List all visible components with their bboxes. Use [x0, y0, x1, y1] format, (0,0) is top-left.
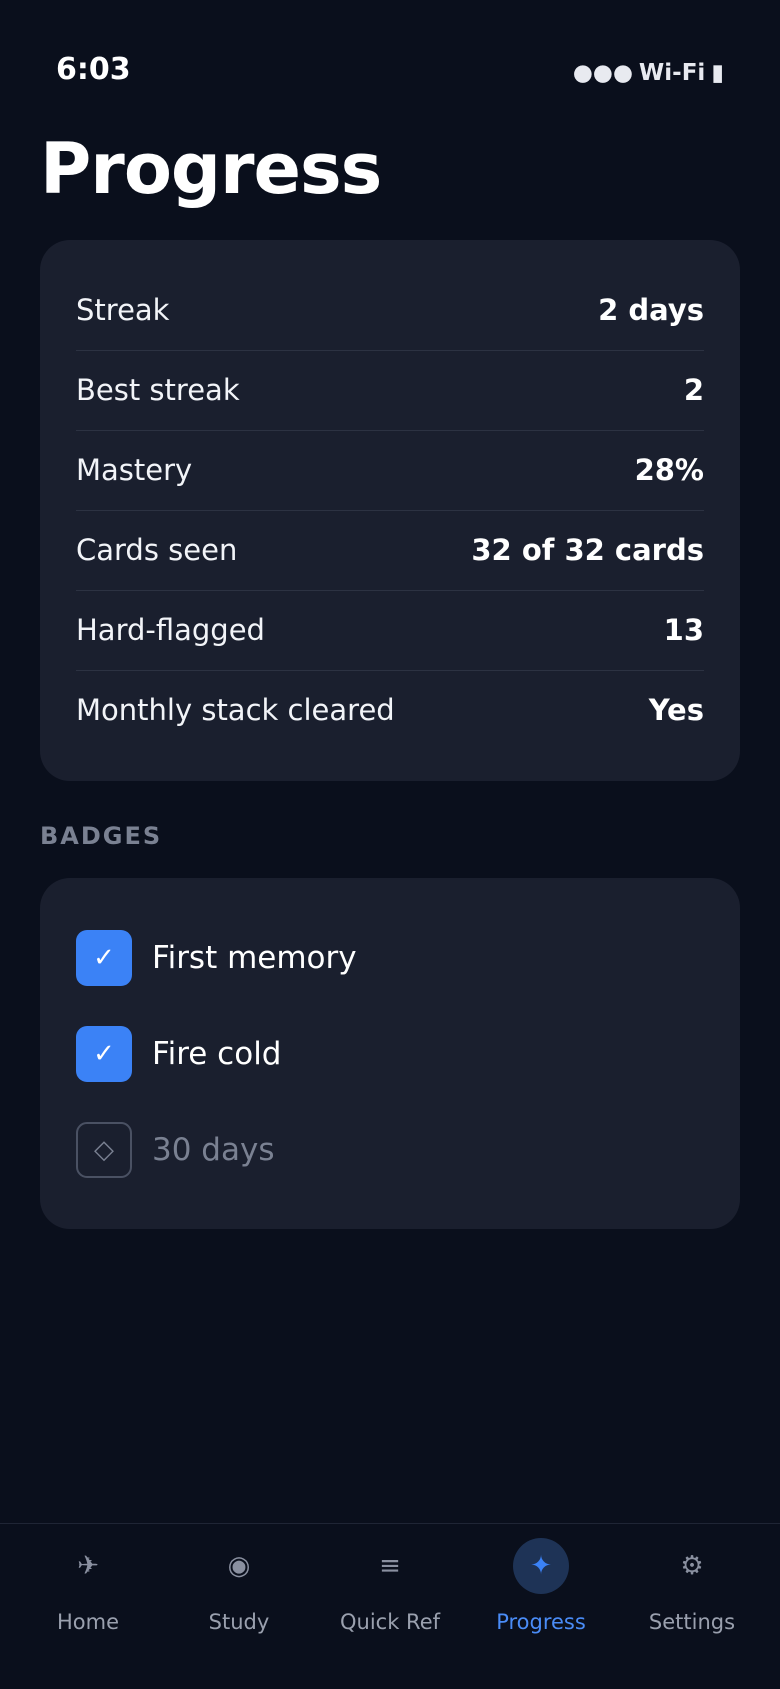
stat-value: 2 days	[598, 293, 704, 327]
tab-label: Study	[208, 1610, 270, 1634]
stat-label: Streak	[76, 293, 170, 327]
badge-first-memory: ✓ First memory	[76, 930, 704, 986]
tab-quick-ref[interactable]: ≡ Quick Ref	[314, 1524, 466, 1664]
tab-bar: ✈ Home ◉ Study ≡ Quick Ref ✦ Progress ⚙ …	[0, 1523, 780, 1689]
tab-label: Settings	[648, 1610, 736, 1634]
stat-row-hard-flagged: Hard-flagged 13	[76, 590, 704, 670]
stat-label: Hard-flagged	[76, 613, 265, 647]
tab-study[interactable]: ◉ Study	[163, 1524, 315, 1664]
stat-value: Yes	[648, 693, 704, 727]
tab-settings[interactable]: ⚙ Settings	[616, 1524, 768, 1664]
badge-fire-cold: ✓ Fire cold	[76, 1026, 704, 1082]
badges-heading: BADGES	[40, 822, 163, 850]
status-time: 6:03	[56, 52, 131, 87]
battery-icon: ▮	[711, 60, 724, 86]
check-icon: ✓	[76, 1026, 132, 1082]
stat-value: 28%	[634, 453, 704, 487]
diamond-outline-icon: ◇	[76, 1122, 132, 1178]
stat-label: Monthly stack cleared	[76, 693, 395, 727]
tab-label: Home	[56, 1610, 119, 1634]
stat-value: 13	[663, 613, 704, 647]
stat-row-best-streak: Best streak 2	[76, 350, 704, 430]
stats-card: Streak 2 days Best streak 2 Mastery 28% …	[40, 240, 740, 781]
stat-row-mastery: Mastery 28%	[76, 430, 704, 510]
page-title: Progress	[40, 128, 382, 210]
target-icon: ◉	[227, 1551, 251, 1581]
badge-label: First memory	[152, 940, 357, 976]
status-bar: 6:03 ●●● Wi-Fi ▮	[0, 0, 780, 110]
tab-home[interactable]: ✈ Home	[12, 1524, 164, 1664]
stat-label: Cards seen	[76, 533, 238, 567]
tab-label: Progress	[496, 1610, 586, 1634]
check-icon: ✓	[76, 930, 132, 986]
tab-label: Quick Ref	[339, 1610, 441, 1634]
badge-label: Fire cold	[152, 1036, 282, 1072]
gear-icon: ⚙	[680, 1551, 704, 1581]
badges-card: ✓ First memory ✓ Fire cold ◇ 30 days	[40, 878, 740, 1229]
stat-row-monthly-stack: Monthly stack cleared Yes	[76, 670, 704, 750]
airplane-icon: ✈	[77, 1551, 99, 1581]
stat-value: 2	[683, 373, 704, 407]
stat-row-streak: Streak 2 days	[76, 270, 704, 350]
sparkle-icon: ✦	[513, 1538, 569, 1594]
stat-row-cards-seen: Cards seen 32 of 32 cards	[76, 510, 704, 590]
status-indicators: ●●● Wi-Fi ▮	[573, 60, 724, 86]
badge-label: 30 days	[152, 1132, 275, 1168]
signal-icon: ●●●	[572, 60, 633, 86]
tab-progress[interactable]: ✦ Progress	[465, 1524, 617, 1664]
wifi-label: Wi-Fi	[638, 60, 706, 86]
stat-value: 32 of 32 cards	[471, 533, 704, 567]
stat-label: Best streak	[76, 373, 240, 407]
list-icon: ≡	[379, 1551, 401, 1581]
stat-label: Mastery	[76, 453, 193, 487]
badge-30-days: ◇ 30 days	[76, 1122, 704, 1178]
